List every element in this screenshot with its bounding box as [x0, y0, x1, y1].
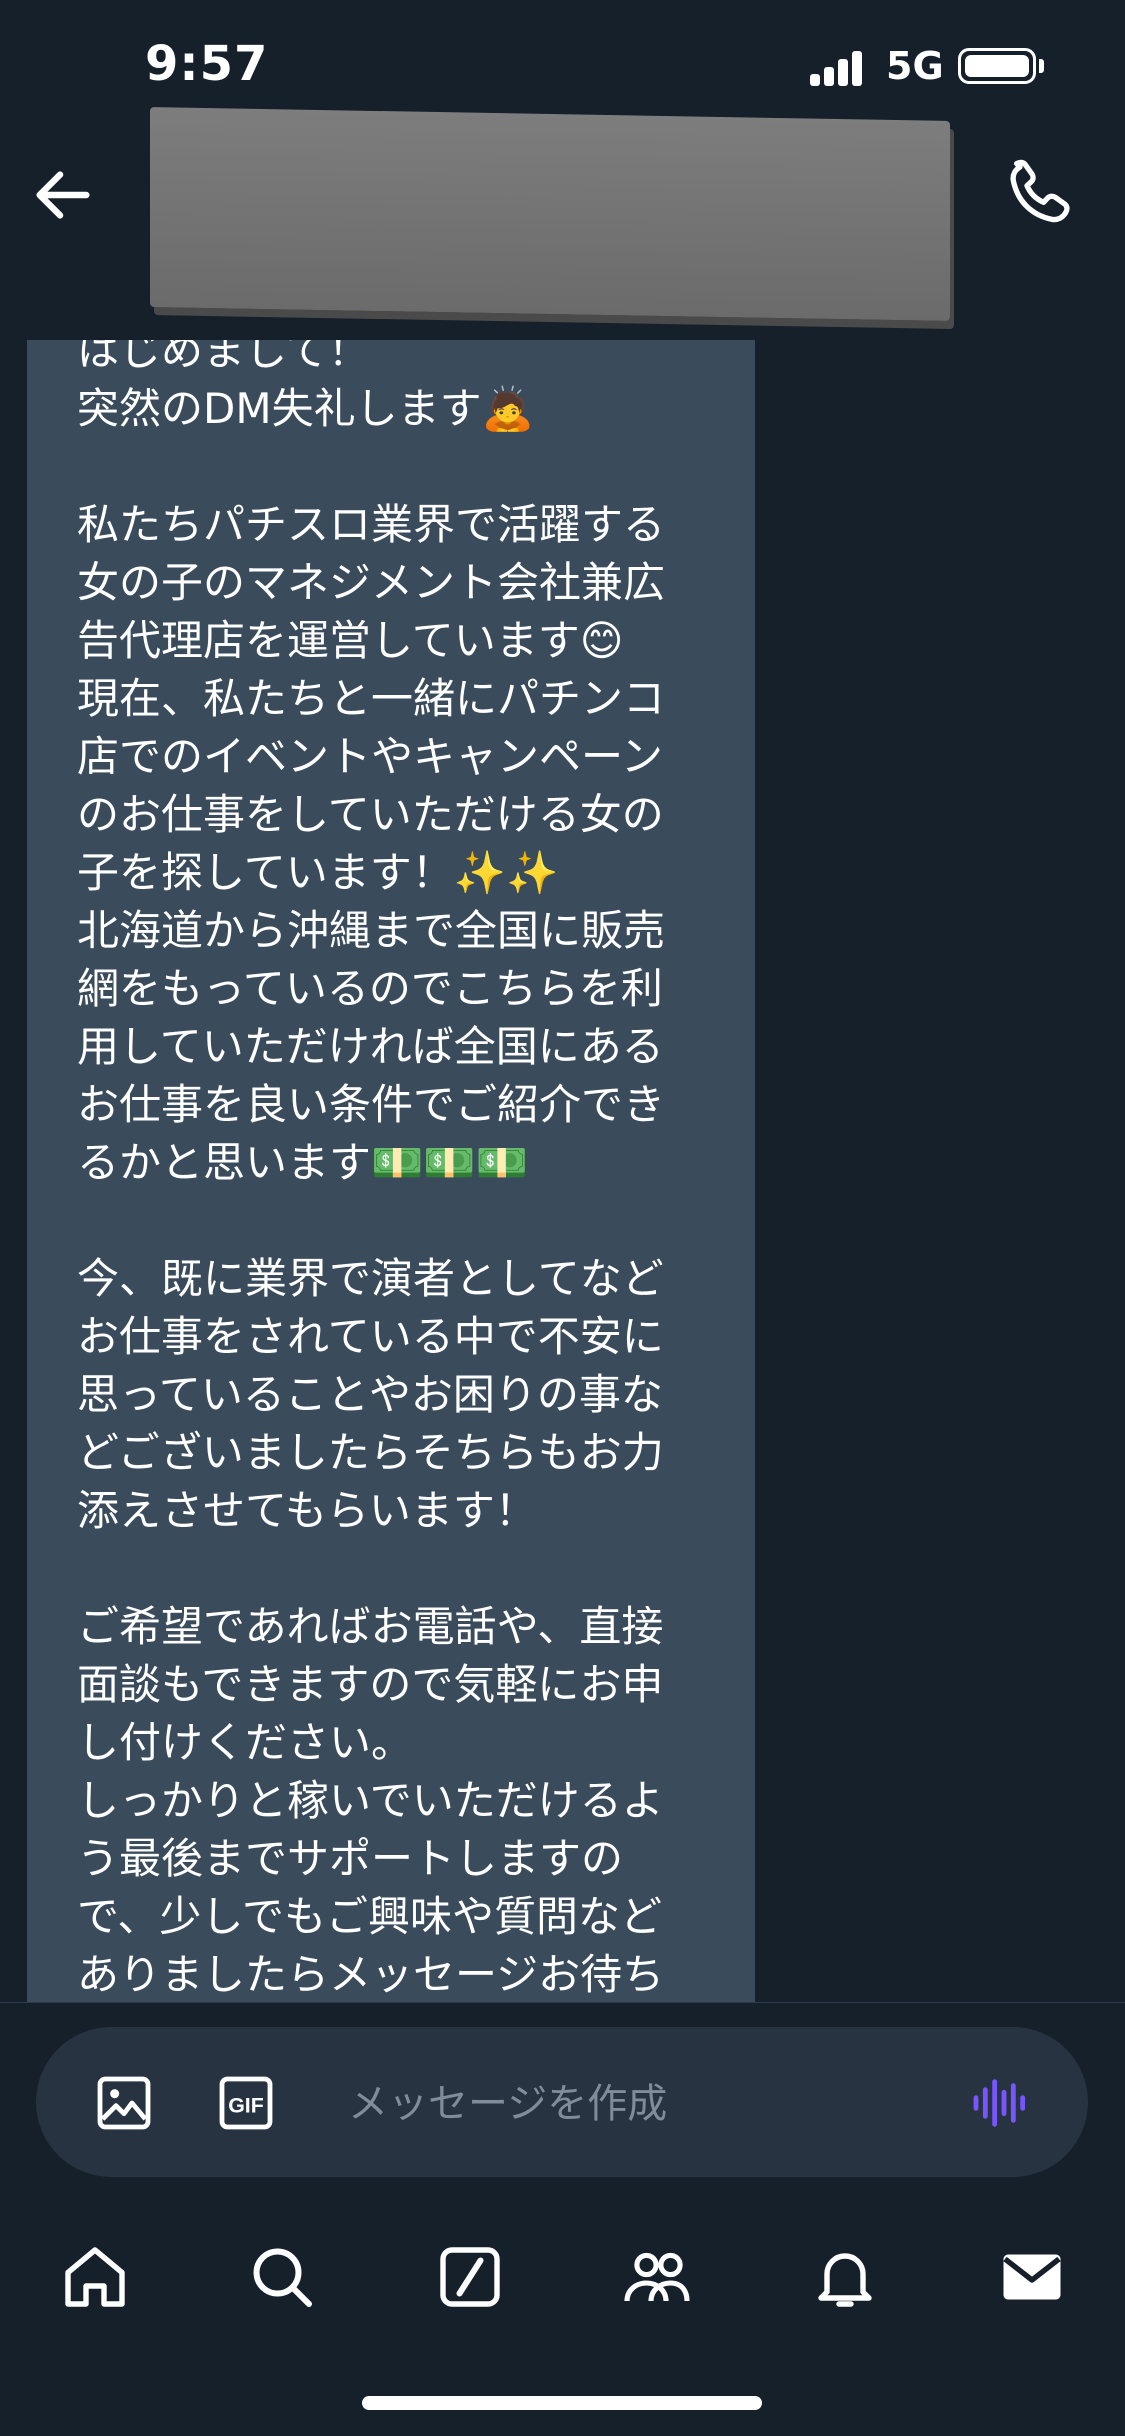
- redacted-contact-name: [150, 107, 950, 321]
- mail-icon: [1003, 2254, 1061, 2300]
- tab-home[interactable]: [50, 2232, 140, 2322]
- home-indicator[interactable]: [362, 2396, 762, 2410]
- message-thread[interactable]: はじめまして！ 突然のDM失礼します🙇 私たちパチスロ業界で活躍する 女の子のマ…: [0, 340, 1125, 2002]
- slash-box-icon: [440, 2247, 500, 2307]
- network-type: 5G: [886, 44, 944, 88]
- search-icon: [253, 2248, 312, 2307]
- status-time: 9:57: [145, 36, 269, 92]
- received-message-bubble[interactable]: はじめまして！ 突然のDM失礼します🙇 私たちパチスロ業界で活躍する 女の子のマ…: [27, 340, 755, 2002]
- add-image-button[interactable]: [92, 2071, 156, 2135]
- tab-notifications[interactable]: [800, 2232, 890, 2322]
- add-gif-button[interactable]: GIF: [214, 2071, 278, 2135]
- arrow-left-icon: [36, 171, 90, 219]
- tab-messages[interactable]: [987, 2232, 1077, 2322]
- bell-icon: [818, 2253, 872, 2307]
- call-button[interactable]: [1000, 152, 1080, 232]
- tab-grok[interactable]: [425, 2232, 515, 2322]
- gif-icon: GIF: [219, 2076, 273, 2130]
- battery-icon: [958, 48, 1036, 84]
- image-icon: [97, 2076, 151, 2130]
- message-input[interactable]: [346, 2071, 910, 2137]
- conversation-header: [0, 100, 1125, 340]
- message-composer: GIF: [36, 2027, 1088, 2177]
- voice-message-button[interactable]: [968, 2071, 1032, 2135]
- phone-icon: [1010, 159, 1070, 223]
- tab-communities[interactable]: [612, 2232, 702, 2322]
- message-text: はじめまして！ 突然のDM失礼します🙇 私たちパチスロ業界で活躍する 女の子のマ…: [77, 340, 666, 1999]
- people-icon: [624, 2252, 690, 2302]
- back-button[interactable]: [28, 160, 98, 230]
- signal-icon: [810, 50, 870, 86]
- tab-search[interactable]: [237, 2232, 327, 2322]
- home-icon: [65, 2247, 125, 2307]
- battery-tip: [1039, 59, 1044, 73]
- composer-bar: GIF: [0, 2002, 1125, 2181]
- voice-waveform-icon: [973, 2079, 1026, 2127]
- svg-text:GIF: GIF: [228, 2093, 264, 2117]
